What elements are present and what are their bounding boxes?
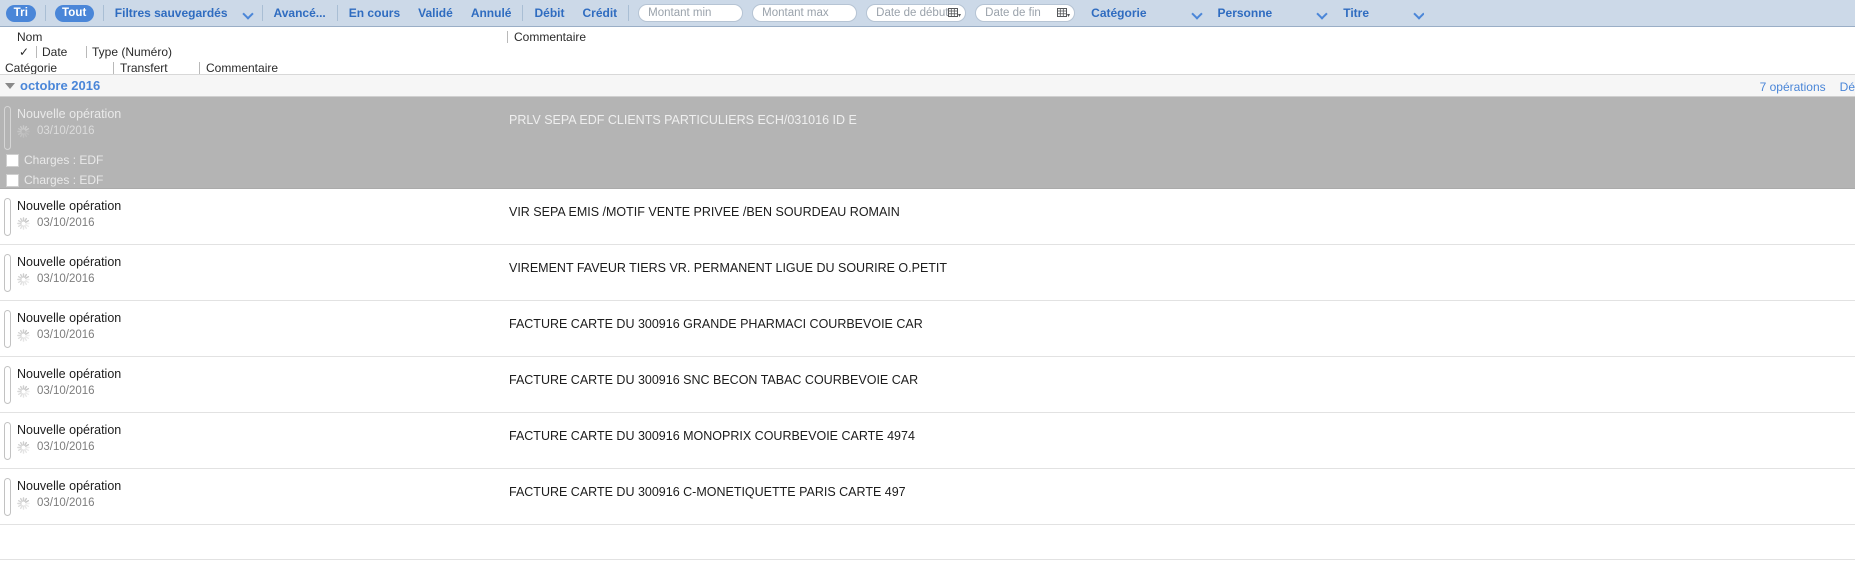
disclosure-triangle-icon[interactable] [5, 83, 15, 89]
spinner-icon [17, 497, 30, 510]
status-validated-button[interactable]: Validé [416, 6, 455, 20]
category-filter-button[interactable]: Catégorie [1089, 6, 1148, 20]
spinner-icon [17, 217, 30, 230]
operation-date: 03/10/2016 [37, 496, 95, 510]
calendar-icon[interactable] [948, 8, 961, 19]
date-end-placeholder: Date de fin [985, 7, 1041, 19]
chevron-down-icon[interactable] [1318, 9, 1327, 18]
month-group-header[interactable]: octobre 2016 7 opérations Dé [0, 74, 1855, 97]
operation-title: Nouvelle opération [17, 478, 121, 494]
operation-row[interactable]: Nouvelle opération 03/10/2016 FACTURE CART… [0, 357, 1855, 413]
operation-split-row[interactable]: Charges : EDF [6, 172, 103, 188]
sort-menu-divider [86, 46, 87, 58]
date-end-input[interactable]: Date de fin [975, 4, 1075, 22]
checkmark-icon: ✓ [19, 44, 29, 60]
sort-pill-button[interactable]: Tri [6, 5, 36, 22]
row-status-bar [4, 106, 11, 150]
operations-count: 7 opérations [1760, 80, 1826, 94]
operation-description: VIREMENT FAVEUR TIERS VR. PERMANENT LIGU… [509, 260, 947, 276]
operation-date: 03/10/2016 [37, 328, 95, 342]
calendar-icon[interactable] [1057, 8, 1070, 19]
sort-menu: Nom Commentaire ✓ Date Type (Numéro) Cat… [0, 27, 1855, 74]
sort-menu-divider [199, 62, 200, 74]
toolbar-divider [103, 5, 104, 21]
operation-row[interactable]: Nouvelle opération 03/10/2016 FACTURE CART… [0, 469, 1855, 525]
operation-date: 03/10/2016 [37, 124, 95, 138]
status-pending-button[interactable]: En cours [347, 6, 402, 20]
row-status-bar [4, 198, 11, 236]
operation-row[interactable]: Nouvelle opération 03/10/2016 VIREMENT FAV… [0, 245, 1855, 301]
sort-menu-item-date[interactable]: Date [42, 44, 67, 60]
operation-row[interactable]: Nouvelle opération 03/10/2016 FACTURE CART… [0, 413, 1855, 469]
operation-description: PRLV SEPA EDF CLIENTS PARTICULIERS ECH/0… [509, 112, 857, 128]
sort-menu-item-type[interactable]: Type (Numéro) [92, 44, 172, 60]
row-status-bar [4, 422, 11, 460]
operation-date: 03/10/2016 [37, 440, 95, 454]
list-bottom-edge [0, 559, 1855, 564]
spinner-icon [17, 273, 30, 286]
toolbar-divider [337, 5, 338, 21]
spinner-icon [17, 441, 30, 454]
sort-menu-item-comment-top[interactable]: Commentaire [514, 29, 586, 45]
sort-menu-divider [507, 31, 508, 43]
row-status-bar [4, 310, 11, 348]
sort-menu-divider [113, 62, 114, 74]
chevron-down-icon[interactable] [1193, 9, 1202, 18]
spinner-icon [17, 125, 30, 138]
operation-description: FACTURE CARTE DU 300916 GRANDE PHARMACI … [509, 316, 923, 332]
operation-title: Nouvelle opération [17, 422, 121, 438]
saved-filters-button[interactable]: Filtres sauvegardés [113, 6, 230, 20]
operation-date: 03/10/2016 [37, 272, 95, 286]
month-group-summary: 7 opérations Dé [1760, 79, 1855, 95]
operation-split-row[interactable]: Charges : EDF [6, 152, 103, 168]
operation-description: FACTURE CARTE DU 300916 MONOPRIX COURBEV… [509, 428, 915, 444]
toolbar-divider [628, 5, 629, 21]
operation-description: FACTURE CARTE DU 300916 C-MONETIQUETTE P… [509, 484, 906, 500]
operation-date: 03/10/2016 [37, 384, 95, 398]
category-color-swatch-icon [6, 154, 19, 167]
operation-row[interactable]: Nouvelle opération 03/10/2016 VIR SEPA EMI… [0, 189, 1855, 245]
all-pill-button[interactable]: Tout [55, 5, 94, 22]
spinner-icon [17, 329, 30, 342]
operation-title: Nouvelle opération [17, 254, 121, 270]
operation-row[interactable]: Nouvelle opération 03/10/2016 FACTURE CART… [0, 301, 1855, 357]
month-group-detail-label: Dé [1840, 80, 1855, 94]
operation-split-label: Charges : EDF [24, 172, 103, 188]
filter-toolbar: Tri Tout Filtres sauvegardés Avancé... E… [0, 0, 1424, 27]
toolbar-divider [522, 5, 523, 21]
operation-title: Nouvelle opération [17, 106, 121, 122]
sort-menu-divider [36, 46, 37, 58]
operation-title: Nouvelle opération [17, 310, 121, 326]
operation-row[interactable]: Nouvelle opération 03/10/2016 PRLV SEPA ED… [0, 97, 1855, 189]
chevron-down-icon[interactable] [1415, 9, 1424, 18]
chevron-down-icon[interactable] [244, 9, 253, 18]
row-status-bar [4, 478, 11, 516]
operation-title: Nouvelle opération [17, 198, 121, 214]
status-cancelled-button[interactable]: Annulé [469, 6, 514, 20]
date-start-input[interactable]: Date de début [866, 4, 966, 22]
advanced-button[interactable]: Avancé... [272, 6, 328, 20]
amount-min-input[interactable]: Montant min [638, 4, 743, 22]
spinner-icon [17, 385, 30, 398]
amount-max-input[interactable]: Montant max [752, 4, 857, 22]
title-filter-button[interactable]: Titre [1341, 6, 1371, 20]
operation-description: VIR SEPA EMIS /MOTIF VENTE PRIVEE /BEN S… [509, 204, 900, 220]
month-group-title: octobre 2016 [20, 78, 100, 94]
operation-split-label: Charges : EDF [24, 152, 103, 168]
category-color-swatch-icon [6, 174, 19, 187]
type-credit-button[interactable]: Crédit [580, 6, 619, 20]
operation-description: FACTURE CARTE DU 300916 SNC BECON TABAC … [509, 372, 918, 388]
sort-menu-item-name[interactable]: Nom [17, 29, 42, 45]
row-status-bar [4, 366, 11, 404]
date-start-placeholder: Date de début [876, 7, 948, 19]
operation-date: 03/10/2016 [37, 216, 95, 230]
operations-list[interactable]: Nouvelle opération 03/10/2016 PRLV SEPA ED… [0, 97, 1855, 525]
row-status-bar [4, 254, 11, 292]
type-debit-button[interactable]: Débit [532, 6, 566, 20]
toolbar-divider [45, 5, 46, 21]
toolbar-divider [262, 5, 263, 21]
filter-toolbar-spacer [1424, 0, 1855, 27]
operation-title: Nouvelle opération [17, 366, 121, 382]
person-filter-button[interactable]: Personne [1216, 6, 1275, 20]
